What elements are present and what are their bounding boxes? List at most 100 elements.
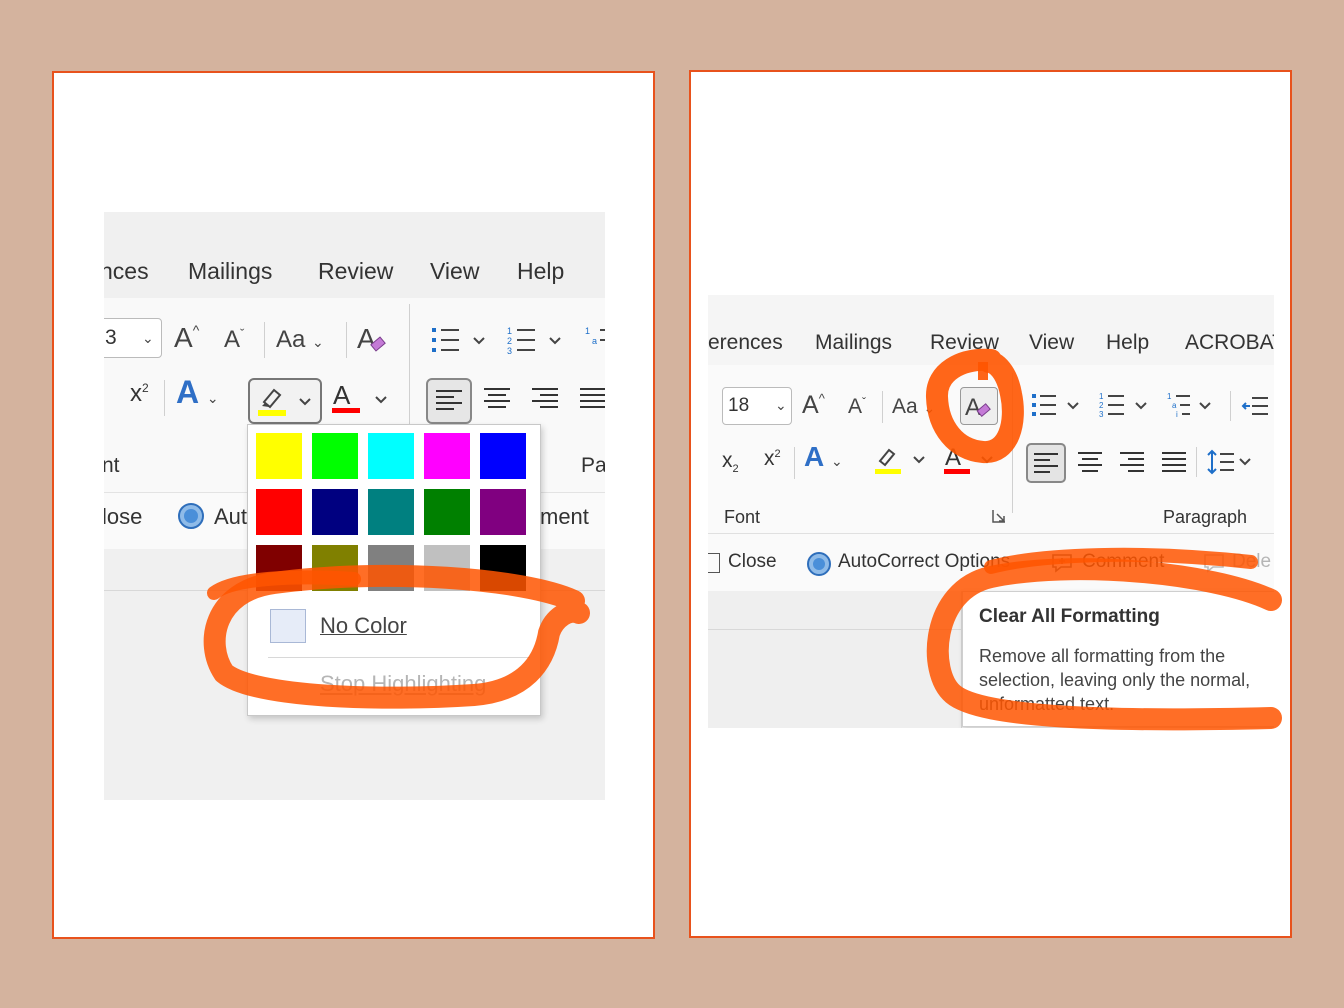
color-swatch[interactable] [480,433,526,479]
justify-button[interactable] [578,384,605,414]
align-right-button[interactable] [530,384,560,414]
font-color-button[interactable]: A [330,378,390,420]
group-label-paragraph: Paragraph [1163,507,1248,527]
grow-font-button[interactable]: A^ [174,322,199,354]
superscript-button[interactable]: x2 [764,447,781,471]
font-size-box[interactable]: 3 ⌄ [104,318,162,358]
tooltip-line: unformatted text. [979,694,1115,714]
clear-formatting-icon[interactable]: A [356,320,390,358]
svg-text:3: 3 [507,346,512,356]
text-highlight-color-button[interactable] [872,441,928,481]
no-color-option[interactable]: No Color [320,613,407,639]
autocorrect-options-button[interactable]: Aut [214,504,247,530]
comment-button[interactable]: ment [540,504,589,530]
tab-view[interactable]: View [430,258,479,285]
ruler-line [708,629,962,630]
divider [1196,447,1197,477]
color-swatch[interactable] [368,545,414,591]
font-color-button[interactable]: A [942,441,998,481]
svg-text:A: A [357,323,376,354]
stop-highlighting-option[interactable]: Stop Highlighting [320,671,486,697]
change-case-button[interactable]: Aa ⌄ [276,326,324,354]
justify-button[interactable] [1160,449,1188,477]
group-label-paragraph: Pa [581,454,605,477]
color-swatch[interactable] [256,545,302,591]
multilevel-list-icon[interactable]: 1a [584,324,605,358]
color-swatch[interactable] [312,433,358,479]
close-button[interactable]: Close [728,551,777,573]
line-spacing-icon[interactable] [1206,447,1256,477]
divider [1230,391,1231,421]
color-swatch[interactable] [424,545,470,591]
text-effects-icon[interactable]: A ⌄ [804,441,843,473]
align-left-button[interactable] [1026,443,1066,483]
divider [264,322,265,358]
color-swatch[interactable] [256,433,302,479]
bullets-icon[interactable] [430,324,490,358]
multilevel-list-icon[interactable]: 1ai [1166,391,1222,421]
superscript-button[interactable]: x2 [130,380,149,408]
text-effects-icon[interactable]: A ⌄ [176,374,219,411]
close-button[interactable]: lose [104,504,142,530]
numbering-icon[interactable]: 123 [1098,391,1154,421]
color-swatch[interactable] [368,433,414,479]
color-swatch[interactable] [312,545,358,591]
change-case-button[interactable]: Aa ⌄ [892,395,935,419]
subscript-button[interactable]: x2 [722,449,739,475]
color-swatch[interactable] [480,489,526,535]
autocorrect-icon [177,502,205,530]
align-left-button[interactable] [426,378,472,424]
autocorrect-options-button[interactable]: AutoCorrect Options [838,551,1010,573]
divider [164,380,165,416]
tab-mailings[interactable]: Mailings [815,331,892,355]
left-screenshot: nces Mailings Review View Help 3 ⌄ A^ Aˇ… [104,212,605,800]
tab-help[interactable]: Help [517,258,564,285]
font-size-value: 3 [105,326,117,349]
align-center-button[interactable] [482,384,512,414]
shrink-font-button[interactable]: Aˇ [224,326,244,354]
font-size-value: 18 [728,395,750,416]
tab-help[interactable]: Help [1106,331,1149,355]
clear-all-formatting-button[interactable]: A [960,387,998,425]
no-color-swatch [270,609,306,643]
tab-mailings[interactable]: Mailings [188,258,272,285]
color-swatch[interactable] [424,489,470,535]
tab-review[interactable]: Review [930,331,999,355]
highlight-color-bar [258,410,286,416]
left-panel: nces Mailings Review View Help 3 ⌄ A^ Aˇ… [52,71,655,939]
align-center-button[interactable] [1076,449,1104,477]
tab-view[interactable]: View [1029,331,1074,355]
decrease-indent-icon[interactable] [1240,393,1270,421]
dialog-launcher-icon[interactable] [992,509,1006,523]
shrink-font-button[interactable]: Aˇ [848,395,866,419]
group-label-font: Font [724,507,761,527]
svg-text:1: 1 [507,326,512,336]
bullets-icon[interactable] [1030,391,1086,421]
font-size-box[interactable]: 18 ⌄ [722,387,792,425]
highlight-color-menu: No Color Stop Highlighting [247,424,541,716]
tooltip-title: Clear All Formatting [979,606,1160,627]
chevron-down-icon: ⌄ [142,330,154,346]
svg-text:A: A [965,394,981,421]
tooltip-line: Remove all formatting from the [979,646,1226,666]
delete-button[interactable]: Dele [1232,551,1271,573]
tab-references[interactable]: erences [708,331,783,355]
tab-acrobat[interactable]: ACROBAT [1185,331,1274,355]
comment-button[interactable]: Comment [1082,551,1164,573]
numbering-icon[interactable]: 1 2 3 [506,324,566,358]
align-right-button[interactable] [1118,449,1146,477]
svg-text:a: a [592,336,597,346]
text-highlight-color-button[interactable] [248,378,322,424]
color-swatch[interactable] [312,489,358,535]
divider [346,322,347,358]
grow-font-button[interactable]: A^ [802,391,825,420]
tab-references[interactable]: nces [104,258,149,285]
color-swatch[interactable] [480,545,526,591]
delete-comment-icon [1202,551,1226,575]
color-swatch[interactable] [424,433,470,479]
tab-review[interactable]: Review [318,258,393,285]
color-swatch[interactable] [368,489,414,535]
svg-text:1: 1 [1167,392,1172,401]
divider [794,447,795,479]
color-swatch[interactable] [256,489,302,535]
